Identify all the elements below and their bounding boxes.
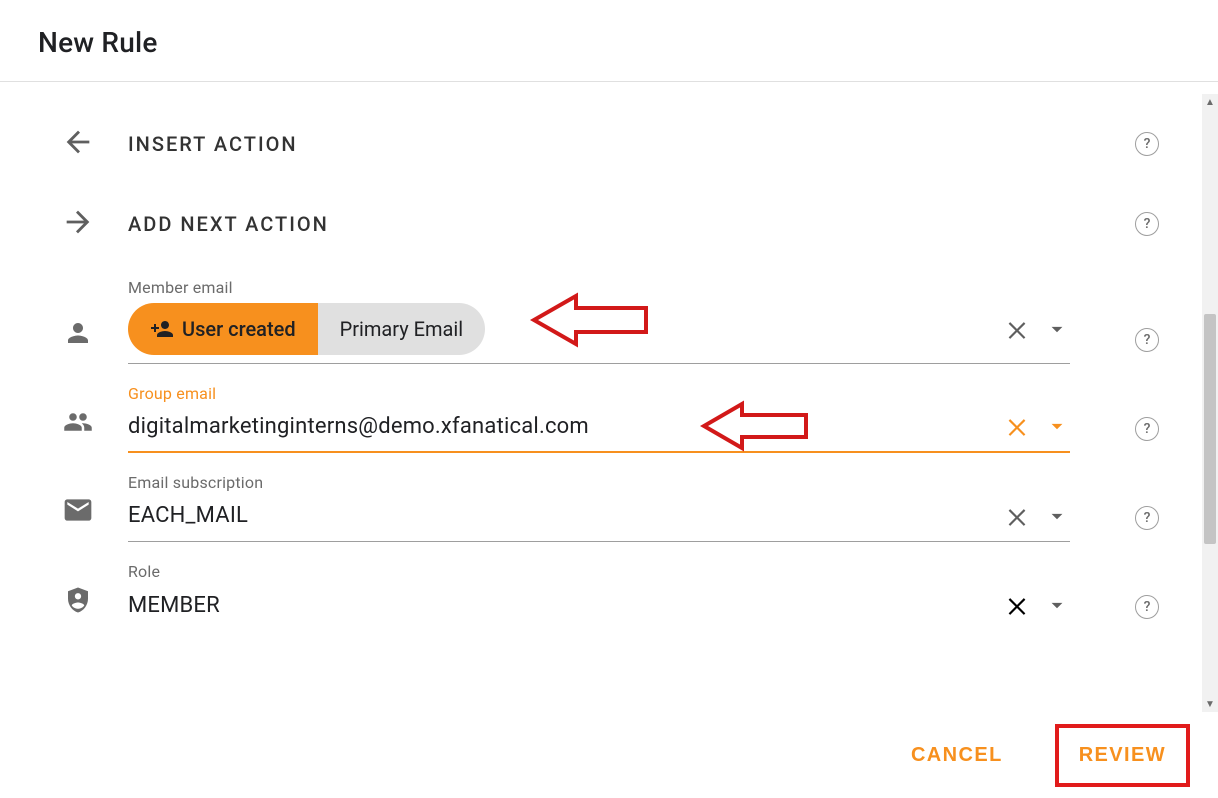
help-icon[interactable]: ? bbox=[1135, 132, 1159, 156]
help-icon[interactable]: ? bbox=[1135, 328, 1159, 352]
role-value: MEMBER bbox=[128, 593, 1004, 618]
dropdown-icon[interactable] bbox=[1044, 592, 1070, 618]
group-email-row: Group email digitalmarketinginterns@demo… bbox=[0, 370, 1202, 459]
insert-action-row: INSERT ACTION ? bbox=[0, 104, 1202, 184]
help-icon[interactable]: ? bbox=[1135, 506, 1159, 530]
member-email-chip-group: User created Primary Email bbox=[128, 303, 485, 355]
review-button[interactable]: REVIEW bbox=[1057, 726, 1188, 785]
group-icon bbox=[61, 407, 95, 441]
mail-icon bbox=[62, 494, 94, 530]
scrollbar-thumb[interactable] bbox=[1204, 314, 1216, 544]
group-email-value: digitalmarketinginterns@demo.xfanatical.… bbox=[128, 414, 1004, 439]
scroll-down-icon[interactable]: ▼ bbox=[1202, 696, 1218, 712]
help-icon[interactable]: ? bbox=[1135, 417, 1159, 441]
person-icon bbox=[63, 318, 93, 352]
primary-email-chip[interactable]: Primary Email bbox=[318, 303, 486, 355]
email-subscription-value: EACH_MAIL bbox=[128, 503, 1004, 528]
role-label: Role bbox=[128, 562, 1070, 581]
dialog-header: New Rule bbox=[0, 0, 1218, 82]
primary-email-chip-label: Primary Email bbox=[340, 317, 464, 341]
dropdown-icon[interactable] bbox=[1044, 316, 1070, 342]
email-subscription-label: Email subscription bbox=[128, 473, 1070, 492]
role-input[interactable]: MEMBER bbox=[128, 587, 1070, 631]
clear-icon[interactable] bbox=[1004, 592, 1030, 618]
dialog-title: New Rule bbox=[38, 26, 1180, 59]
shield-person-icon bbox=[63, 585, 93, 619]
clear-icon[interactable] bbox=[1004, 413, 1030, 439]
group-email-input[interactable]: digitalmarketinginterns@demo.xfanatical.… bbox=[128, 409, 1070, 453]
email-subscription-row: Email subscription EACH_MAIL bbox=[0, 459, 1202, 548]
insert-action-title: INSERT ACTION bbox=[128, 132, 1108, 156]
email-subscription-input[interactable]: EACH_MAIL bbox=[128, 498, 1070, 542]
clear-icon[interactable] bbox=[1004, 316, 1030, 342]
help-icon[interactable]: ? bbox=[1135, 595, 1159, 619]
dropdown-icon[interactable] bbox=[1044, 503, 1070, 529]
dialog-body[interactable]: INSERT ACTION ? ADD NEXT ACTION ? bbox=[0, 94, 1202, 712]
cancel-button[interactable]: CANCEL bbox=[889, 726, 1025, 785]
dropdown-icon[interactable] bbox=[1044, 413, 1070, 439]
role-row: Role MEMBER ? bbox=[0, 548, 1202, 637]
user-created-chip[interactable]: User created bbox=[128, 303, 318, 355]
member-email-row: Member email User created bbox=[0, 264, 1202, 370]
scroll-up-icon[interactable]: ▲ bbox=[1202, 94, 1218, 110]
member-email-label: Member email bbox=[128, 278, 1070, 297]
add-next-action-row: ADD NEXT ACTION ? bbox=[0, 184, 1202, 264]
scrollbar[interactable]: ▲ ▼ bbox=[1202, 94, 1218, 712]
help-icon[interactable]: ? bbox=[1135, 212, 1159, 236]
dialog-footer: CANCEL REVIEW bbox=[0, 712, 1218, 798]
clear-icon[interactable] bbox=[1004, 503, 1030, 529]
arrow-right-icon[interactable] bbox=[61, 205, 95, 243]
new-rule-dialog: New Rule INSERT ACTION ? bbox=[0, 0, 1218, 798]
member-email-input[interactable]: User created Primary Email bbox=[128, 303, 1070, 364]
arrow-left-icon[interactable] bbox=[61, 125, 95, 163]
group-email-label: Group email bbox=[128, 384, 1070, 403]
user-created-chip-label: User created bbox=[182, 317, 296, 341]
add-next-action-title: ADD NEXT ACTION bbox=[128, 212, 1108, 236]
person-add-icon bbox=[150, 317, 174, 341]
